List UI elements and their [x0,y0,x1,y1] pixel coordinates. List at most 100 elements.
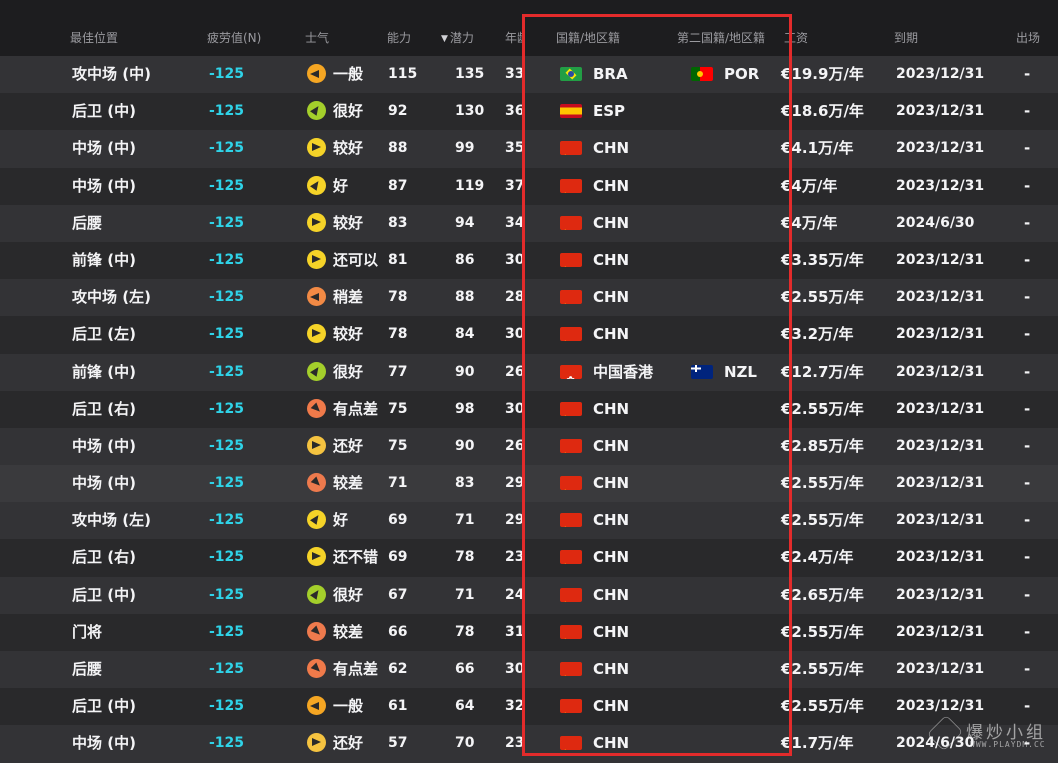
table-row[interactable]: 后卫 (右) -125 还不错 69 78 23 CHN €2.4万/年 2023/12/31 - [0,539,1058,577]
header-fatigue[interactable]: 疲劳值(N) [207,18,261,56]
table-row[interactable]: 中场 (中) -125 较好 88 99 35 CHN €4.1万/年 2023/12/31 - [0,130,1058,168]
position-cell: 后卫 (左) [72,325,136,344]
morale-right-arrow-icon [307,249,326,269]
morale-left-arrow-icon [307,696,326,716]
morale-cell: 较差 [307,465,363,502]
second-nationality-label: NZL [724,362,757,381]
potential-cell: 78 [455,549,475,566]
table-row[interactable]: 前锋 (中) -125 很好 77 90 26 中国香港 NZL €12.7万/年 2023/12… [0,353,1058,391]
header-ability[interactable]: 能力 [387,18,411,56]
morale-up-arrow-icon [307,101,326,121]
potential-cell: 78 [455,623,475,640]
morale-label: 稍差 [333,288,364,307]
table-row[interactable]: 后卫 (中) -125 一般 61 64 32 CHN €2.55万/年 2023/12/31 - [0,688,1058,726]
expiry-cell: 2023/12/31 [896,66,985,82]
table-row[interactable]: 后卫 (中) -125 很好 67 71 24 CHN €2.65万/年 2023/12/31 - [0,576,1058,614]
table-row[interactable]: 攻中场 (中) -125 一般 115 135 33 BRA POR €19.9万/年 2023/… [0,56,1058,94]
age-cell: 30 [505,251,522,268]
header-expiry[interactable]: 到期 [894,18,918,56]
morale-cell: 稍差 [307,279,363,316]
header-age[interactable]: 年龄 [505,18,525,56]
table-row[interactable]: 后卫 (左) -125 较好 78 84 30 CHN €3.2万/年 2023/12/31 - [0,316,1058,354]
table-row[interactable]: 后卫 (右) -125 有点差 75 98 30 CHN €2.55万/年 2023/12/31… [0,390,1058,428]
table-row[interactable]: 后腰 -125 有点差 62 66 30 CHN €2.55万/年 2023/12/31 - [0,651,1058,689]
second-nationality-cell: NZL [691,354,757,391]
table-row[interactable]: 后卫 (中) -125 很好 92 130 36 ESP €18.6万/年 2023/12/31… [0,93,1058,131]
position-cell: 后卫 (右) [72,548,136,567]
nationality-cell: CHN [560,651,629,688]
header-wage[interactable]: 工资 [784,18,808,56]
expiry-cell: 2023/12/31 [896,326,985,343]
potential-cell: 99 [455,140,475,157]
appearances-cell: - [1024,548,1031,567]
wage-cell: €3.2万/年 [781,325,854,344]
position-cell: 中场 (中) [72,139,136,158]
age-cell: 34 [505,214,522,231]
table-row[interactable]: 攻中场 (左) -125 好 69 71 29 CHN €2.55万/年 2023/12/31 - [0,502,1058,540]
position-cell: 中场 (中) [72,474,136,493]
nationality-label: CHN [593,734,630,753]
fatigue-cell: -125 [209,735,245,752]
nationality-cell: CHN [560,130,629,167]
wage-cell: €2.55万/年 [781,697,864,716]
expiry-cell: 2023/12/31 [896,140,985,157]
header-morale[interactable]: 士气 [305,18,329,56]
header-nationality[interactable]: 国籍/地区籍 [556,18,620,56]
morale-left-arrow-icon [307,287,326,307]
appearances-cell: - [1024,250,1031,269]
morale-right-arrow-icon [307,733,326,753]
nationality-cell: CHN [560,502,629,539]
table-row[interactable]: 后腰 -125 较好 83 94 34 CHN €4万/年 2024/6/30 - [0,204,1058,242]
header-potential[interactable]: ▼ 潜力 [441,18,474,56]
appearances-cell: - [1024,176,1031,195]
ability-cell: 83 [388,214,408,231]
ability-cell: 69 [388,549,408,566]
table-row[interactable]: 前锋 (中) -125 还可以 81 86 30 CHN €3.35万/年 2023/12/31… [0,241,1058,280]
wage-cell: €4万/年 [781,213,838,232]
table-row[interactable]: 中场 (中) -125 好 87 119 37 CHN €4万/年 2023/12/31 - [0,167,1058,205]
wage-cell: €4.1万/年 [781,139,854,158]
table-row[interactable]: 中场 (中) -125 较差 71 83 29 CHN €2.55万/年 2023/12/31 - [0,465,1058,503]
table-row[interactable]: 攻中场 (左) -125 稍差 78 88 28 CHN €2.55万/年 2023/12/31… [0,279,1058,317]
nationality-label: CHN [593,250,630,269]
age-cell: 26 [505,363,522,380]
flag-chn-icon [560,141,582,156]
ability-cell: 61 [388,698,408,715]
appearances-cell: - [1024,622,1031,641]
flag-chn-icon [560,699,582,714]
flag-chn-icon [560,550,582,565]
header-appearances[interactable]: 出场 [1016,18,1040,56]
age-cell: 23 [505,735,522,752]
wage-cell: €3.35万/年 [781,250,864,269]
ability-cell: 62 [388,661,408,677]
ability-cell: 81 [388,251,408,268]
appearances-cell: - [1024,436,1031,455]
position-cell: 攻中场 (左) [72,511,151,530]
table-row[interactable]: 门将 -125 较差 66 78 31 CHN €2.55万/年 2023/12/31 - [0,613,1058,651]
appearances-cell: - [1024,734,1031,753]
morale-left-arrow-icon [307,64,326,83]
morale-label: 很好 [333,585,364,604]
table-row[interactable]: 中场 (中) -125 还好 75 90 26 CHN €2.85万/年 2023/12/31 - [0,427,1058,466]
expiry-cell: 2023/12/31 [896,586,985,603]
age-cell: 32 [505,698,522,715]
header-position[interactable]: 最佳位置 [70,18,118,56]
ability-cell: 88 [388,140,408,157]
appearances-cell: - [1024,511,1031,530]
nationality-cell: ESP [560,93,625,130]
wage-cell: €2.55万/年 [781,622,864,641]
header-second-nationality[interactable]: 第二国籍/地区籍 [677,18,765,56]
potential-cell: 86 [455,251,475,268]
flag-chn-icon [560,624,582,639]
morale-label: 还好 [333,436,364,455]
morale-right-arrow-icon [307,212,326,232]
ability-cell: 78 [388,289,408,306]
age-cell: 37 [505,177,522,194]
flag-chn-icon [560,290,582,305]
potential-cell: 71 [455,512,475,529]
nationality-cell: CHN [560,688,629,725]
morale-right-arrow-icon [307,547,326,567]
position-cell: 后卫 (中) [72,697,136,716]
table-row[interactable]: 中场 (中) -125 还好 57 70 23 CHN €1.7万/年 2024/6/30 - [0,725,1058,763]
fatigue-cell: -125 [209,214,245,231]
